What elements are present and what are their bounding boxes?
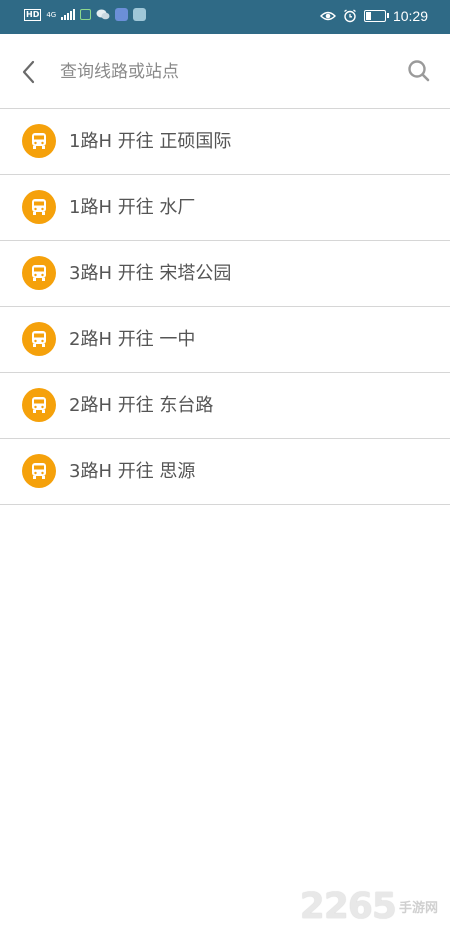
back-arrow-icon[interactable] [14,56,46,88]
list-item[interactable]: 3路H 开往 思源 [0,439,450,505]
alarm-icon [344,9,356,23]
search-input[interactable] [58,56,392,88]
status-bar: HD 4G 10:29 [0,0,450,34]
browser-app-icon [133,8,147,21]
list-item[interactable]: 3路H 开往 宋塔公园 [0,241,450,307]
sms-icon [80,9,92,20]
route-result-list: 1路H 开往 正硕国际 1路H 开往 水厂 3路H 开往 宋塔公园 2路H 开往… [0,109,450,505]
music-app-icon [115,8,129,21]
search-icon[interactable] [406,58,432,84]
list-item[interactable]: 1路H 开往 水厂 [0,175,450,241]
signal-type-label: 4G [46,10,57,19]
wechat-icon [96,9,110,20]
route-label: 3路H 开往 宋塔公园 [69,263,232,284]
watermark-number: 2265 [299,886,397,927]
bus-icon [22,388,56,422]
bus-icon [22,454,56,488]
bus-icon [22,124,56,158]
signal-icon [61,9,76,20]
route-label: 3路H 开往 思源 [69,461,196,482]
status-left-icons: HD 4G [24,8,147,21]
list-item[interactable]: 2路H 开往 一中 [0,307,450,373]
status-right-icons: 10:29 [319,8,428,24]
route-label: 1路H 开往 正硕国际 [69,131,232,152]
bus-icon [22,322,56,356]
clock-time: 10:29 [392,8,428,24]
watermark-text: 手游网 [398,901,438,916]
search-bar [0,34,450,109]
bus-icon [22,190,56,224]
eye-icon [319,11,336,21]
route-label: 2路H 开往 东台路 [69,395,214,416]
list-item[interactable]: 2路H 开往 东台路 [0,373,450,439]
route-label: 1路H 开往 水厂 [69,197,196,218]
bus-icon [22,256,56,290]
list-item[interactable]: 1路H 开往 正硕国际 [0,109,450,175]
battery-icon [363,10,389,22]
hd-icon: HD [24,8,42,21]
route-label: 2路H 开往 一中 [69,329,196,350]
watermark: 2265 手游网 [300,886,438,927]
